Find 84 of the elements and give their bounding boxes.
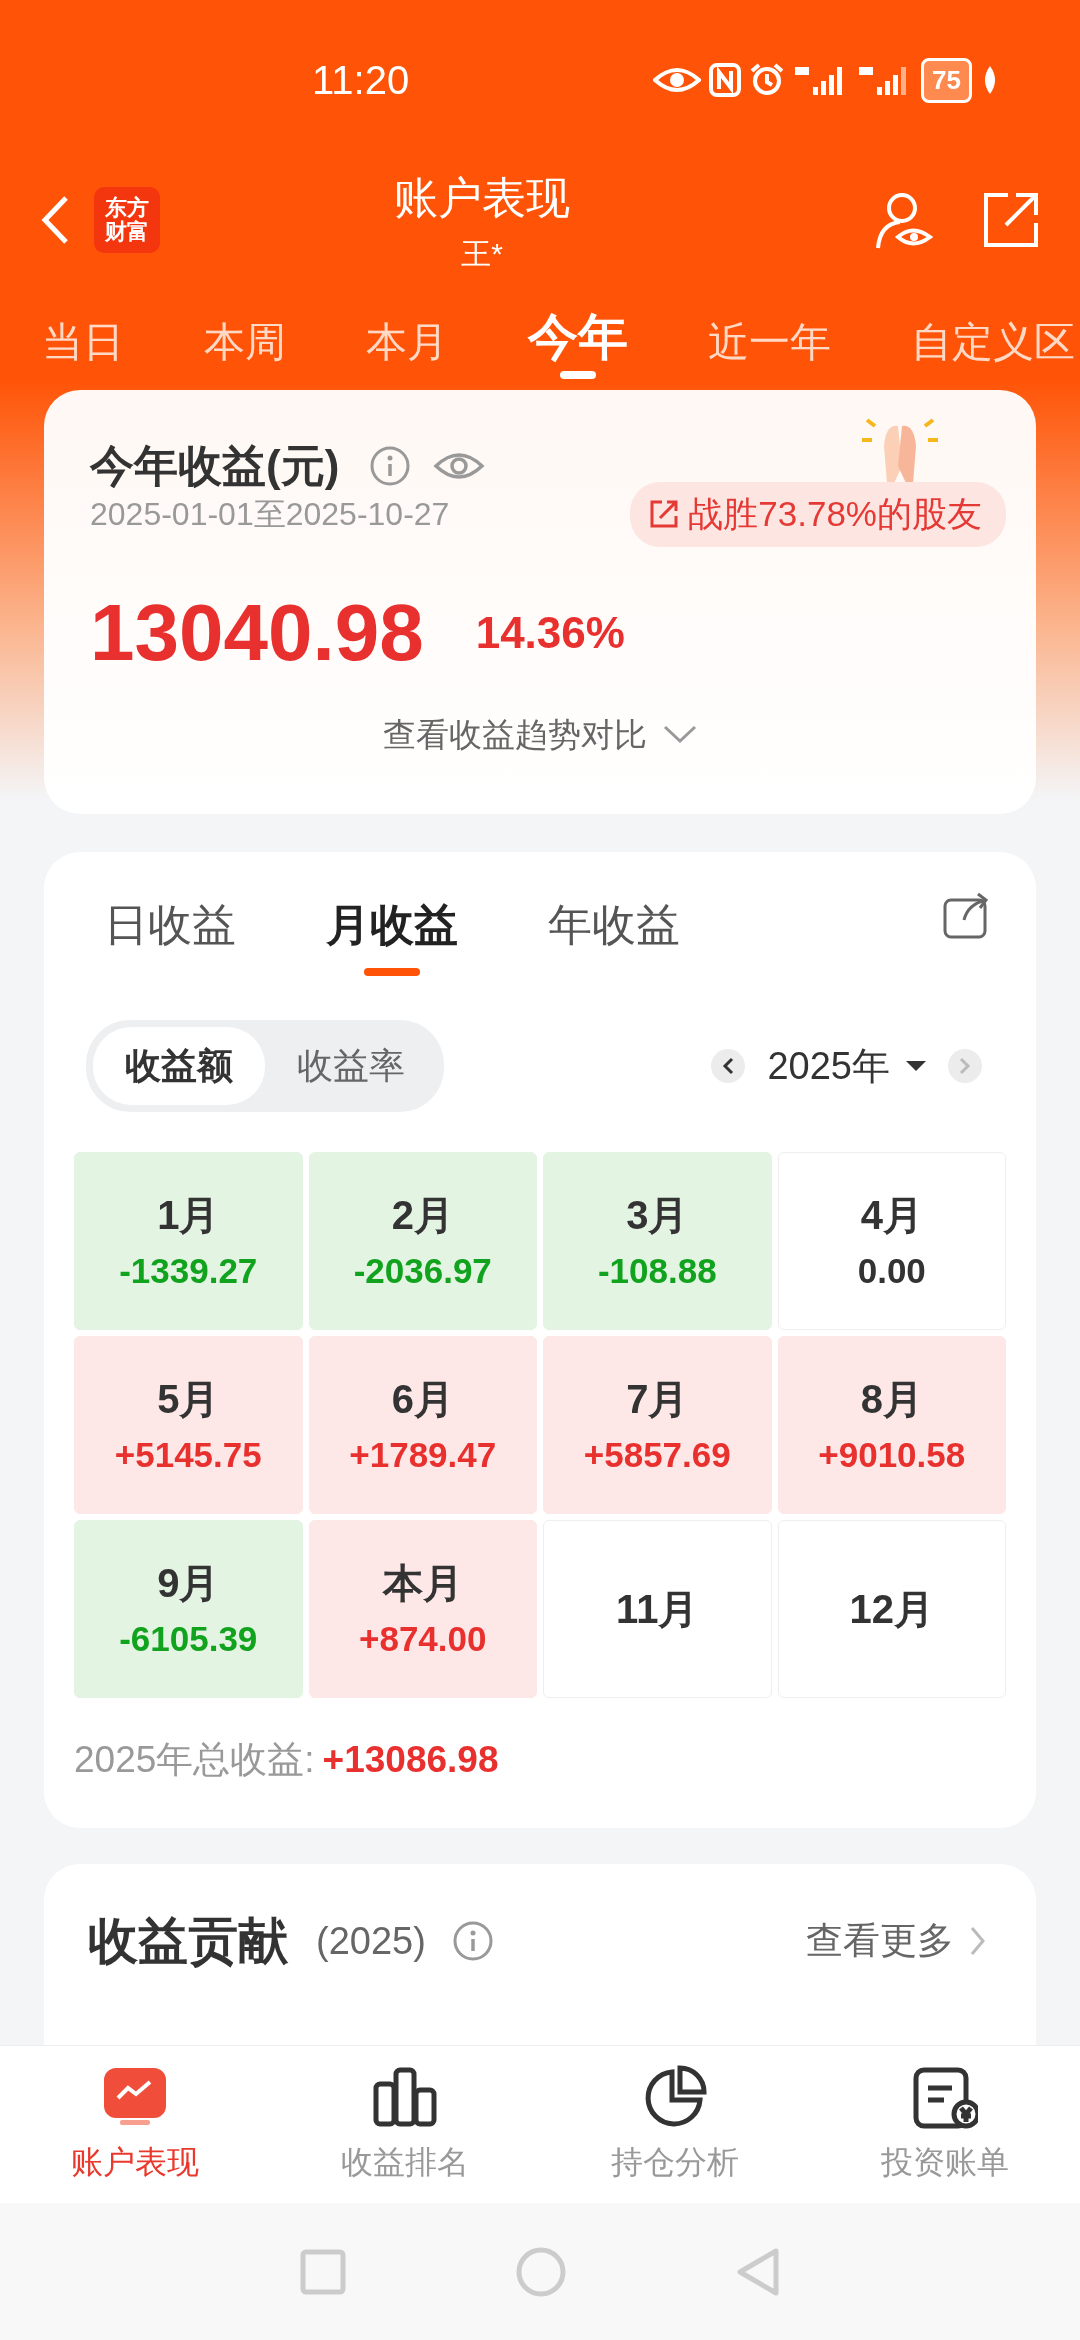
chevron-right-icon (970, 1926, 986, 1956)
status-time: 11:20 (312, 57, 410, 104)
month-value: -108.88 (597, 1249, 717, 1292)
month-value: +5857.69 (583, 1433, 731, 1476)
total-value: +13086.98 (322, 1738, 499, 1782)
income-tab[interactable]: 月收益 (326, 892, 458, 976)
month-cell[interactable]: 1月 -1339.27 (74, 1152, 303, 1330)
person-eye-icon (874, 190, 934, 250)
month-label: 1月 (157, 1191, 220, 1239)
share-icon (648, 498, 681, 531)
export-button[interactable] (942, 892, 990, 940)
next-year-button[interactable] (948, 1049, 982, 1083)
back-button[interactable] (736, 2246, 780, 2297)
income-tab[interactable]: 年收益 (548, 892, 680, 958)
share-icon (942, 892, 990, 940)
caret-down-icon (906, 1060, 926, 1072)
section-year: (2025) (316, 1918, 426, 1964)
month-label: 本月 (382, 1559, 463, 1607)
nav-tab[interactable]: 账户表现 (0, 2063, 270, 2186)
logo-text: 财富 (105, 220, 149, 245)
account-name: 王* (461, 235, 503, 272)
month-value: +5145.75 (114, 1433, 262, 1476)
month-cell[interactable]: 8月 +9010.58 (777, 1336, 1006, 1514)
month-value: -2036.97 (353, 1249, 492, 1292)
segment-option[interactable]: 收益额 (93, 1027, 265, 1105)
month-label: 5月 (157, 1375, 220, 1423)
back-icon (40, 195, 70, 245)
profit-amount: 13040.98 (90, 586, 424, 679)
beat-badge[interactable]: 战胜73.78%的股友 (630, 482, 1006, 547)
triangle-icon (736, 2246, 780, 2297)
month-cell[interactable]: 6月 +1789.47 (308, 1336, 537, 1514)
month-cell[interactable]: 5月 +5145.75 (74, 1336, 303, 1514)
logo-text: 东方 (105, 195, 149, 220)
month-cell[interactable]: 12月 (777, 1520, 1006, 1698)
month-label: 3月 (626, 1191, 689, 1239)
month-value: -1339.27 (119, 1249, 258, 1292)
home-button[interactable] (516, 2246, 566, 2297)
summary-title: 今年收益(元) (90, 440, 340, 492)
month-label: 8月 (860, 1375, 923, 1423)
recents-button[interactable] (300, 2248, 346, 2295)
month-value: 0.00 (857, 1249, 926, 1292)
previous-year-button[interactable] (711, 1049, 746, 1083)
month-cell[interactable]: 11月 (543, 1520, 772, 1698)
alarm-icon (749, 62, 786, 98)
see-more-link[interactable]: 查看更多 (800, 1912, 992, 1970)
info-icon[interactable] (451, 1920, 494, 1962)
square-icon (300, 2248, 346, 2295)
month-cell[interactable]: 7月 +5857.69 (543, 1336, 772, 1514)
nfc-icon (709, 63, 742, 97)
profit-rate: 14.36% (475, 606, 625, 659)
month-label: 12月 (849, 1586, 934, 1633)
page-title: 账户表现 (394, 171, 570, 224)
income-tab[interactable]: 日收益 (104, 892, 236, 958)
month-cell[interactable]: 4月 0.00 (777, 1152, 1006, 1330)
circle-icon (516, 2246, 566, 2297)
date-range: 2025-01-01至2025-10-27 (90, 495, 450, 535)
trend-link[interactable]: 查看收益趋势对比 (377, 708, 703, 760)
chevron-right-icon (959, 1057, 971, 1075)
month-label: 11月 (616, 1586, 699, 1633)
section-title: 收益贡献 (88, 1911, 288, 1971)
chevron-left-icon (722, 1057, 735, 1075)
privacy-button[interactable] (874, 190, 934, 250)
segment-option[interactable]: 收益率 (265, 1027, 437, 1105)
month-label: 4月 (860, 1191, 923, 1239)
month-label: 6月 (391, 1375, 454, 1423)
month-cell[interactable]: 2月 -2036.97 (308, 1152, 537, 1330)
month-cell[interactable]: 9月 -6105.39 (74, 1520, 303, 1698)
month-label: 7月 (626, 1375, 689, 1423)
month-label: 9月 (157, 1559, 220, 1607)
total-label: 2025年总收益: (74, 1738, 315, 1782)
share-icon (982, 191, 1040, 249)
month-value: -6105.39 (119, 1617, 258, 1660)
month-value: +874.00 (359, 1617, 487, 1660)
month-value: +9010.58 (818, 1433, 966, 1476)
info-icon[interactable] (369, 445, 412, 487)
back-button[interactable] (40, 195, 70, 245)
year-dropdown[interactable]: 2025年 (761, 1036, 932, 1096)
month-value: +1789.47 (349, 1433, 497, 1476)
month-label: 2月 (391, 1191, 454, 1239)
share-button[interactable] (982, 191, 1040, 249)
battery-indicator: 75 (921, 57, 972, 103)
chevron-down-icon (663, 724, 697, 745)
month-cell[interactable]: 3月 -108.88 (543, 1152, 772, 1330)
month-cell[interactable]: 本月 +874.00 (308, 1520, 537, 1698)
